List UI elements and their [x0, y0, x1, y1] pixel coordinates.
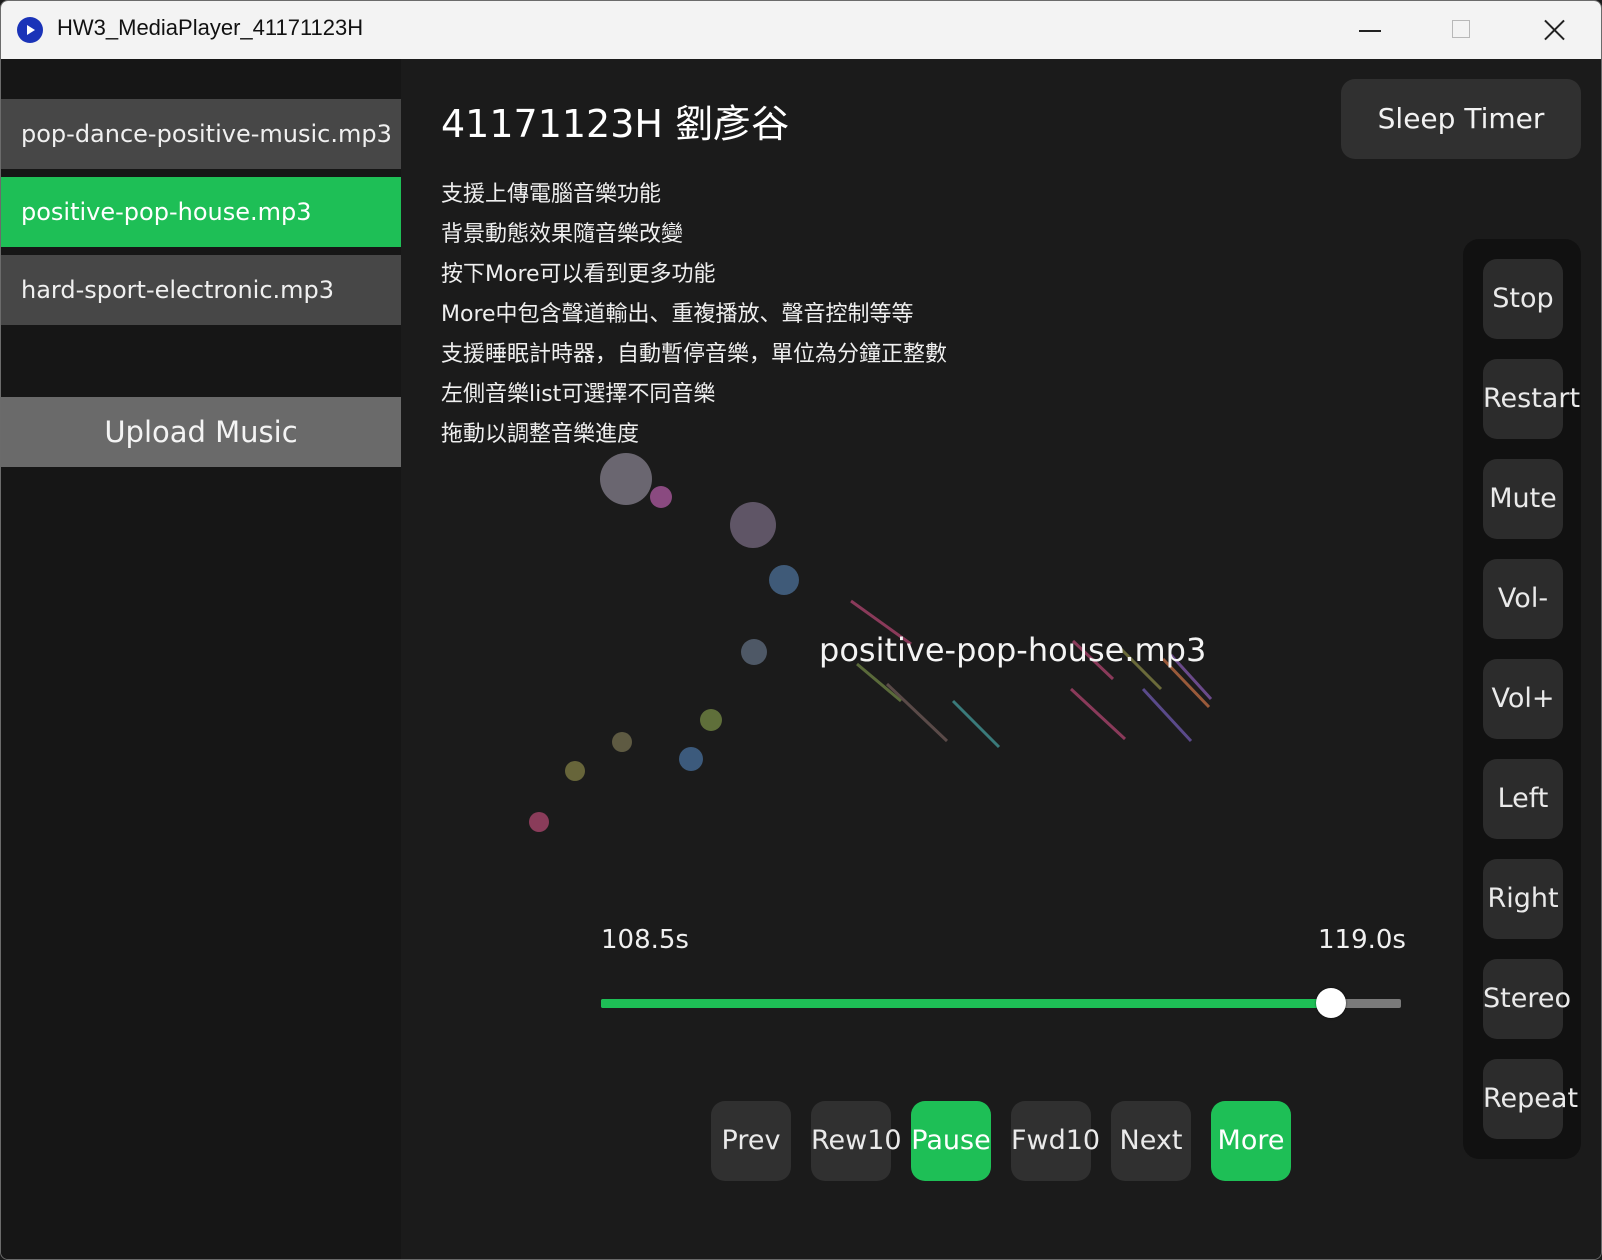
repeat-button[interactable]: Repeat	[1483, 1059, 1578, 1139]
more-options-panel: Stop Restart Mute Vol- Vol+ Left Right S…	[1463, 239, 1581, 1159]
current-time: 108.5s	[601, 925, 689, 955]
visualizer-particle	[600, 453, 652, 505]
visualizer-particle	[741, 639, 767, 665]
minimize-button[interactable]	[1323, 1, 1415, 59]
visualizer-particle	[679, 747, 703, 771]
sleep-timer-button[interactable]: Sleep Timer	[1341, 79, 1581, 159]
stop-button[interactable]: Stop	[1483, 259, 1563, 339]
visualizer-particle	[565, 761, 585, 781]
now-playing-title: positive-pop-house.mp3	[819, 631, 1207, 669]
mute-button[interactable]: Mute	[1483, 459, 1563, 539]
restart-button[interactable]: Restart	[1483, 359, 1580, 439]
feature-line: 左側音樂list可選擇不同音樂	[441, 382, 716, 407]
upload-music-button[interactable]: Upload Music	[1, 397, 401, 467]
progress-fill	[601, 999, 1331, 1008]
visualizer-streak	[856, 662, 902, 703]
player-main: 41171123H 劉彥谷 支援上傳電腦音樂功能 背景動態效果隨音樂改變 按下M…	[401, 59, 1601, 1259]
visualizer-particle	[730, 502, 776, 548]
volume-up-button[interactable]: Vol+	[1483, 659, 1563, 739]
visualizer-particle	[650, 486, 672, 508]
rewind-10-button[interactable]: Rew10	[811, 1101, 902, 1181]
stereo-button[interactable]: Stereo	[1483, 959, 1571, 1039]
visualizer-particle	[769, 565, 799, 595]
feature-line: More中包含聲道輸出、重複播放、聲音控制等等	[441, 302, 914, 327]
visualizer-streak	[1141, 687, 1193, 743]
next-button[interactable]: Next	[1111, 1101, 1191, 1181]
maximize-button[interactable]	[1415, 1, 1507, 59]
visualizer-streak	[951, 699, 1001, 749]
progress-slider[interactable]	[601, 985, 1401, 1021]
feature-line: 拖動以調整音樂進度	[441, 422, 640, 447]
playlist-item[interactable]: pop-dance-positive-music.mp3	[1, 99, 401, 169]
forward-10-button[interactable]: Fwd10	[1011, 1101, 1100, 1181]
title-bar: HW3_MediaPlayer_41171123H	[1, 1, 1601, 59]
feature-line: 支援上傳電腦音樂功能	[441, 182, 662, 207]
feature-line: 按下More可以看到更多功能	[441, 262, 716, 287]
total-time: 119.0s	[1318, 925, 1406, 955]
playlist-sidebar: pop-dance-positive-music.mp3 positive-po…	[1, 59, 401, 1259]
app-window: HW3_MediaPlayer_41171123H pop-dance-posi…	[0, 0, 1602, 1260]
playlist-item[interactable]: hard-sport-electronic.mp3	[1, 255, 401, 325]
pause-button[interactable]: Pause	[911, 1101, 991, 1181]
left-channel-button[interactable]: Left	[1483, 759, 1563, 839]
feature-line: 支援睡眠計時器，自動暫停音樂，單位為分鐘正整數	[441, 342, 948, 367]
volume-down-button[interactable]: Vol-	[1483, 559, 1563, 639]
student-heading: 41171123H 劉彥谷	[441, 102, 790, 146]
right-channel-button[interactable]: Right	[1483, 859, 1563, 939]
more-button[interactable]: More	[1211, 1101, 1291, 1181]
feature-line: 背景動態效果隨音樂改變	[441, 222, 684, 247]
playlist-item-selected[interactable]: positive-pop-house.mp3	[1, 177, 401, 247]
visualizer-particle	[612, 732, 632, 752]
visualizer-streak	[885, 682, 949, 743]
feature-list: 支援上傳電腦音樂功能 背景動態效果隨音樂改變 按下More可以看到更多功能 Mo…	[441, 175, 947, 455]
visualizer-particle	[529, 812, 549, 832]
close-button[interactable]	[1507, 1, 1599, 59]
visualizer-streak	[1069, 687, 1127, 741]
progress-handle[interactable]	[1315, 988, 1346, 1018]
media-player-icon	[17, 17, 43, 43]
window-title: HW3_MediaPlayer_41171123H	[57, 15, 364, 40]
prev-button[interactable]: Prev	[711, 1101, 791, 1181]
visualizer-particle	[700, 709, 722, 731]
